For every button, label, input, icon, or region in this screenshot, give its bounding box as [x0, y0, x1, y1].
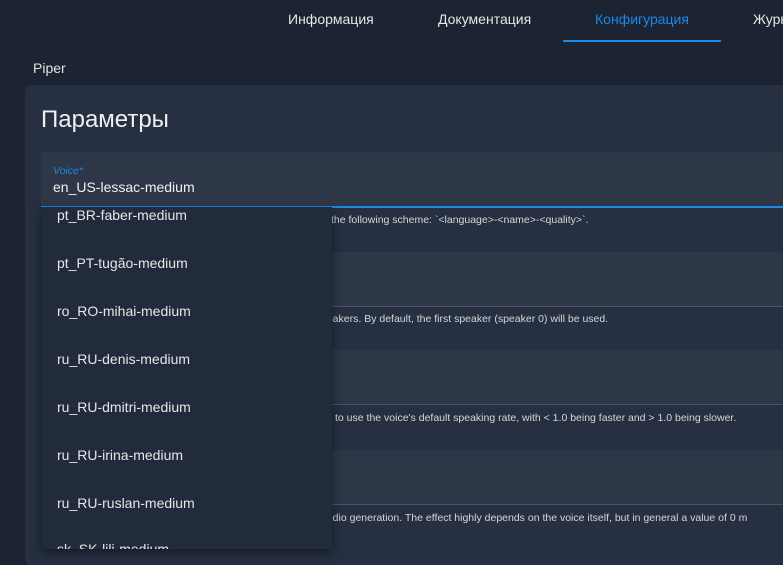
voice-label: Voice*	[53, 165, 83, 177]
voice-dropdown-menu: pt_BR-faber-medium pt_PT-tugão-medium ro…	[41, 207, 332, 549]
top-navigation: Информация Документация Конфигурация Жур…	[0, 0, 783, 43]
voice-option[interactable]: pt_PT-tugão-medium	[57, 255, 188, 271]
tab-log[interactable]: Журн	[753, 0, 783, 40]
voice-option[interactable]: sk_SK-lili-medium	[57, 541, 169, 549]
breadcrumb: Piper	[33, 60, 66, 76]
length-scale-helper-text: ns to use the voice's default speaking r…	[321, 412, 737, 424]
active-tab-indicator	[563, 40, 721, 42]
voice-value: en_US-lessac-medium	[53, 179, 195, 195]
speaker-helper-text: peakers. By default, the first speaker (…	[321, 313, 609, 325]
voice-option[interactable]: ru_RU-denis-medium	[57, 351, 190, 367]
tab-information[interactable]: Информация	[288, 0, 374, 40]
voice-option[interactable]: pt_BR-faber-medium	[57, 207, 187, 223]
voice-option[interactable]: ru_RU-dmitri-medium	[57, 399, 191, 415]
card-title: Параметры	[41, 106, 169, 133]
voice-option[interactable]: ru_RU-irina-medium	[57, 447, 183, 463]
voice-option[interactable]: ro_RO-mihai-medium	[57, 303, 191, 319]
noise-scale-helper-text: audio generation. The effect highly depe…	[321, 512, 748, 524]
voice-option[interactable]: ru_RU-ruslan-medium	[57, 495, 195, 511]
voice-select[interactable]: Voice* en_US-lessac-medium	[41, 152, 783, 208]
tab-documentation[interactable]: Документация	[438, 0, 531, 40]
tab-configuration[interactable]: Конфигурация	[595, 0, 689, 40]
voice-helper-text: the following scheme: `<language>-<name>…	[331, 214, 589, 226]
